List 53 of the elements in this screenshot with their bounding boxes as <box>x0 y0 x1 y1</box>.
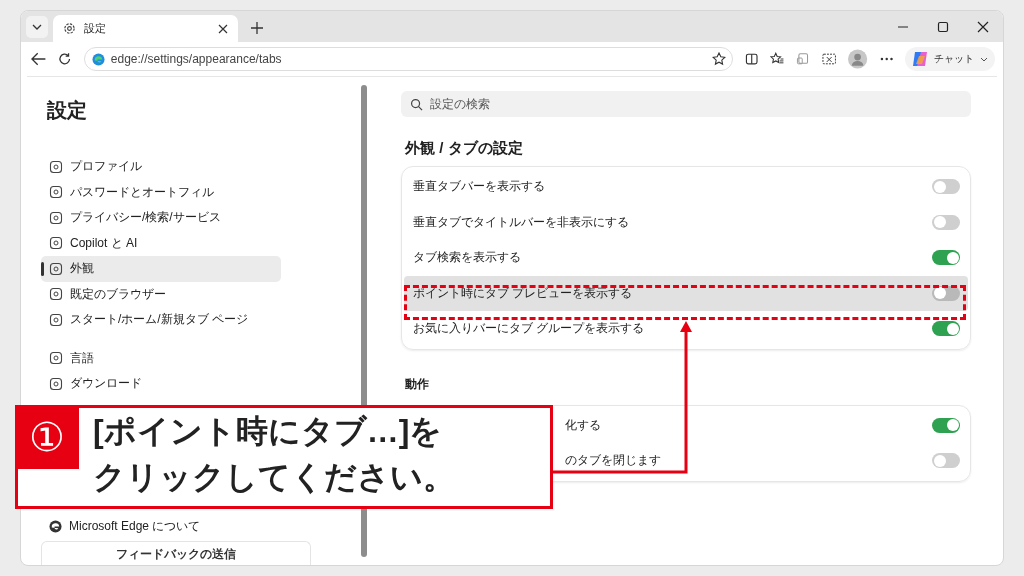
toggle-switch[interactable] <box>932 453 960 469</box>
sidebar-item[interactable]: プライバシー/検索/サービス <box>41 205 281 231</box>
new-tab-icon[interactable] <box>250 21 264 35</box>
sidebar-item[interactable]: 言語 <box>41 345 281 371</box>
split-screen-icon[interactable] <box>744 52 759 66</box>
browser-logo-icon <box>49 519 62 533</box>
star-icon[interactable] <box>711 52 726 66</box>
about-link[interactable]: Microsoft Edge について <box>41 513 281 539</box>
tab-list-button[interactable] <box>26 16 48 38</box>
browser-logo-icon <box>91 52 105 66</box>
toggle-switch[interactable] <box>932 417 960 433</box>
screenshot-icon[interactable] <box>821 52 837 66</box>
toggle-switch[interactable] <box>932 179 960 195</box>
feedback-button[interactable]: フィードバックの送信 <box>41 541 311 565</box>
sidebar-item[interactable]: パスワードとオートフィル <box>41 179 281 205</box>
setting-row[interactable]: お気に入りバーにタブ グループを表示する <box>404 311 968 347</box>
sidebar-item[interactable]: Copilot と AI <box>41 230 281 256</box>
toggle-switch[interactable] <box>932 321 960 337</box>
toggle-switch[interactable] <box>932 250 960 266</box>
browser-tab[interactable]: 設定 <box>53 15 238 42</box>
sidebar-item[interactable]: ダウンロード <box>41 371 281 397</box>
section-heading: 動作 <box>405 375 430 393</box>
page-heading: 外観 / タブの設定 <box>405 139 524 158</box>
sidebar-title: 設定 <box>47 98 88 123</box>
sidebar-item[interactable]: スタート/ホーム/新規タブ ページ <box>41 307 281 333</box>
toggle-switch[interactable] <box>932 214 960 230</box>
close-icon[interactable] <box>218 23 228 34</box>
setting-row[interactable]: 垂直タブでタイトルバーを非表示にする <box>404 204 968 240</box>
sidebar-item[interactable]: 既定のブラウザー <box>41 281 281 307</box>
favorites-icon[interactable] <box>770 52 785 66</box>
back-icon[interactable] <box>31 52 47 66</box>
more-icon[interactable] <box>879 57 893 61</box>
callout-text: [ポイント時にタブ…]を <box>93 412 444 451</box>
setting-row[interactable]: 垂直タブバーを表示する <box>404 169 968 205</box>
close-icon[interactable] <box>977 21 989 33</box>
callout-text: クリックしてください。 <box>93 458 455 497</box>
gear-icon <box>63 22 76 35</box>
collections-icon[interactable] <box>796 52 810 66</box>
setting-row[interactable]: タブ検索を表示する <box>404 240 968 276</box>
setting-row[interactable]: ポイント時にタブ プレビューを表示する <box>404 275 968 311</box>
copilot-logo-icon <box>910 50 929 68</box>
sidebar-item[interactable]: 外観 <box>41 256 281 282</box>
refresh-icon[interactable] <box>58 52 72 66</box>
setting-label: のタブを閉じます <box>564 453 661 469</box>
search-field[interactable]: 設定の検索 <box>401 91 971 117</box>
maximize-icon[interactable] <box>937 21 949 33</box>
search-icon <box>410 98 423 111</box>
chat-button[interactable]: チャット <box>904 47 995 71</box>
setting-label: 化する <box>564 417 601 433</box>
avatar-icon[interactable] <box>848 49 868 69</box>
sidebar-item[interactable]: プロファイル <box>41 154 281 180</box>
tab-title: 設定 <box>84 21 107 36</box>
step-number: ① <box>15 405 79 469</box>
